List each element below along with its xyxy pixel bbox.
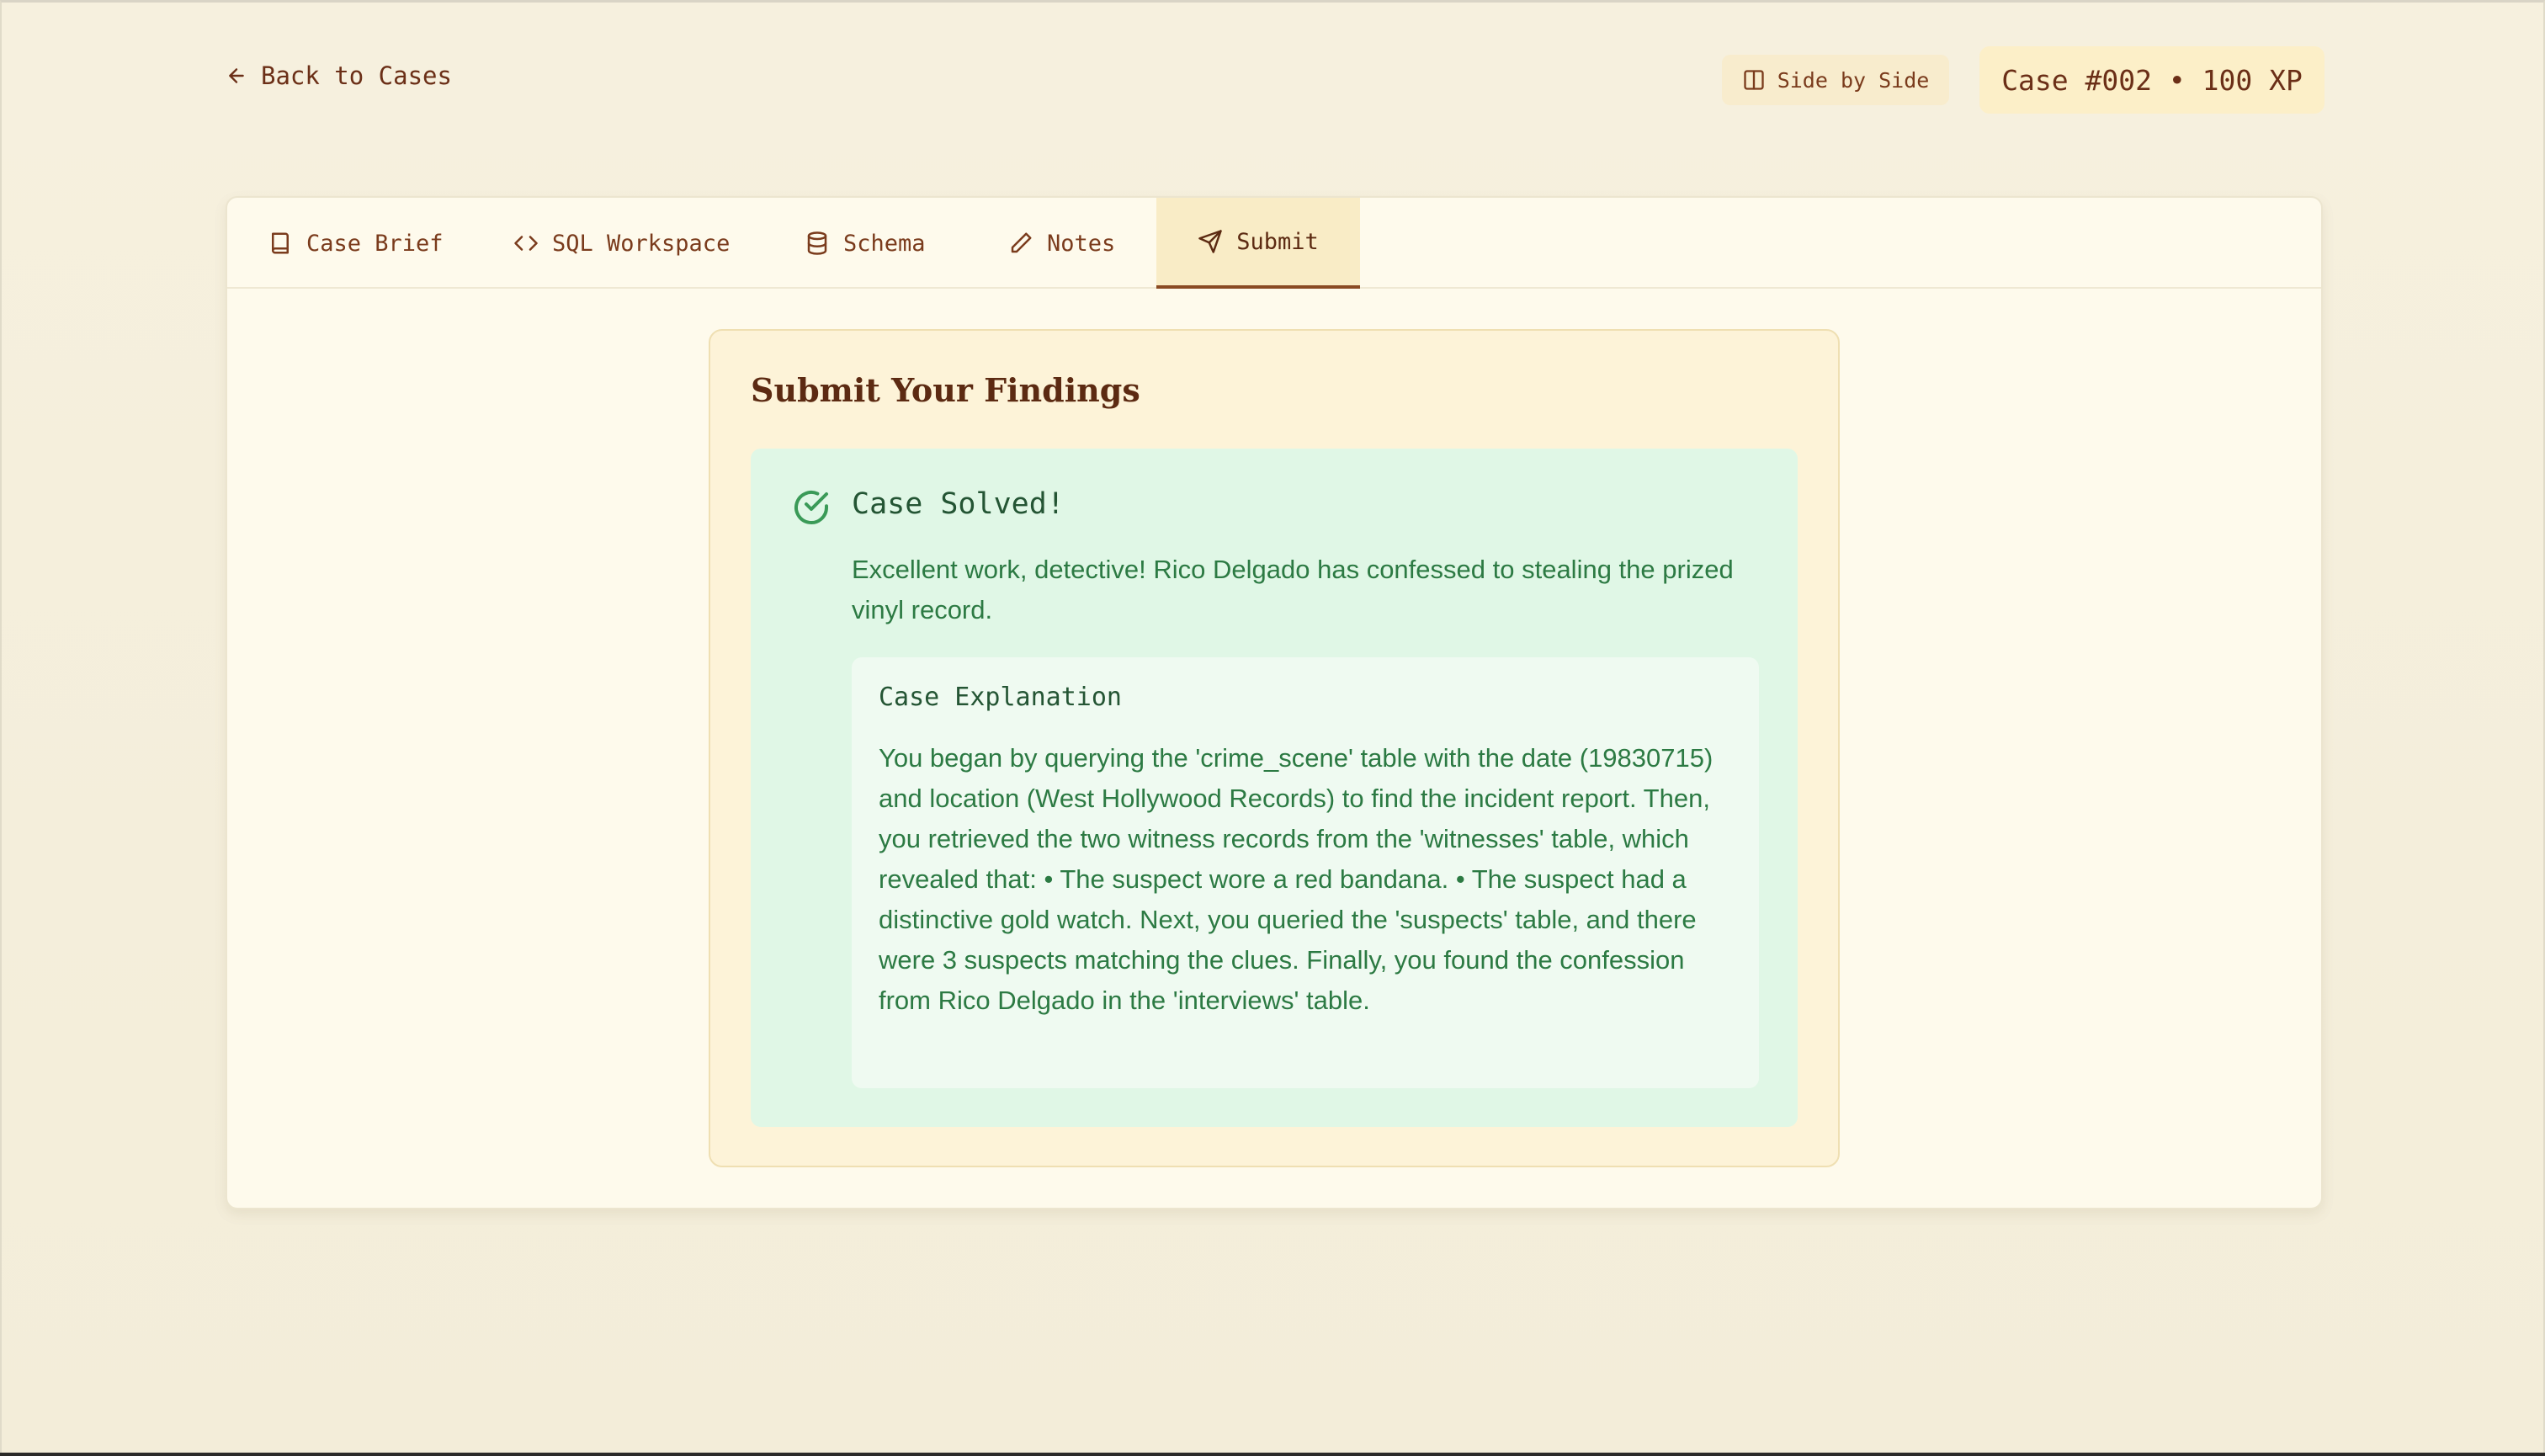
tab-label: Notes — [1047, 230, 1116, 257]
app-window: Back to Cases Side by Side Case #002 • 1… — [0, 0, 2545, 1456]
tab-schema[interactable]: Schema — [805, 198, 926, 289]
case-badge: Case #002 • 100 XP — [1979, 46, 2325, 114]
send-icon — [1198, 230, 1222, 253]
code-icon — [514, 236, 538, 251]
submit-title: Submit Your Findings — [751, 371, 1140, 409]
back-to-cases-link[interactable]: Back to Cases — [226, 61, 452, 90]
view-toggle-label: Side by Side — [1777, 67, 1930, 93]
check-circle-icon — [794, 491, 828, 524]
window-bottom-edge — [0, 1453, 2545, 1456]
book-icon — [272, 232, 289, 254]
back-label: Back to Cases — [261, 61, 452, 90]
side-by-side-toggle[interactable]: Side by Side — [1722, 55, 1949, 105]
case-solved-message: Excellent work, detective! Rico Delgado … — [852, 555, 1734, 624]
tab-case-brief[interactable]: Case Brief — [268, 198, 444, 289]
columns-icon — [1744, 70, 1764, 90]
case-explanation-title: Case Explanation — [879, 683, 1122, 712]
tab-sql-workspace[interactable]: SQL Workspace — [513, 198, 730, 289]
tab-label: Schema — [843, 230, 926, 257]
case-explanation-text: You began by querying the 'crime_scene' … — [879, 743, 1713, 1015]
case-solved-title: Case Solved! — [852, 487, 1065, 521]
database-icon — [807, 231, 827, 255]
case-solved-alert: Case Solved! Excellent work, detective! … — [751, 449, 1798, 1127]
tab-notes[interactable]: Notes — [1008, 198, 1115, 289]
submit-findings-card: Submit Your Findings Case Solved! Excell… — [709, 329, 1840, 1167]
arrow-left-icon — [229, 68, 244, 83]
tab-submit[interactable]: Submit — [1156, 198, 1360, 289]
tab-label: Submit — [1236, 228, 1319, 255]
tab-label: Case Brief — [306, 230, 444, 257]
tab-label: SQL Workspace — [552, 230, 731, 257]
case-explanation-box: Case Explanation You began by querying t… — [852, 657, 1759, 1088]
pencil-icon — [1011, 232, 1032, 253]
tab-bar: Case Brief SQL Workspace Schema Notes Su… — [227, 198, 2321, 289]
